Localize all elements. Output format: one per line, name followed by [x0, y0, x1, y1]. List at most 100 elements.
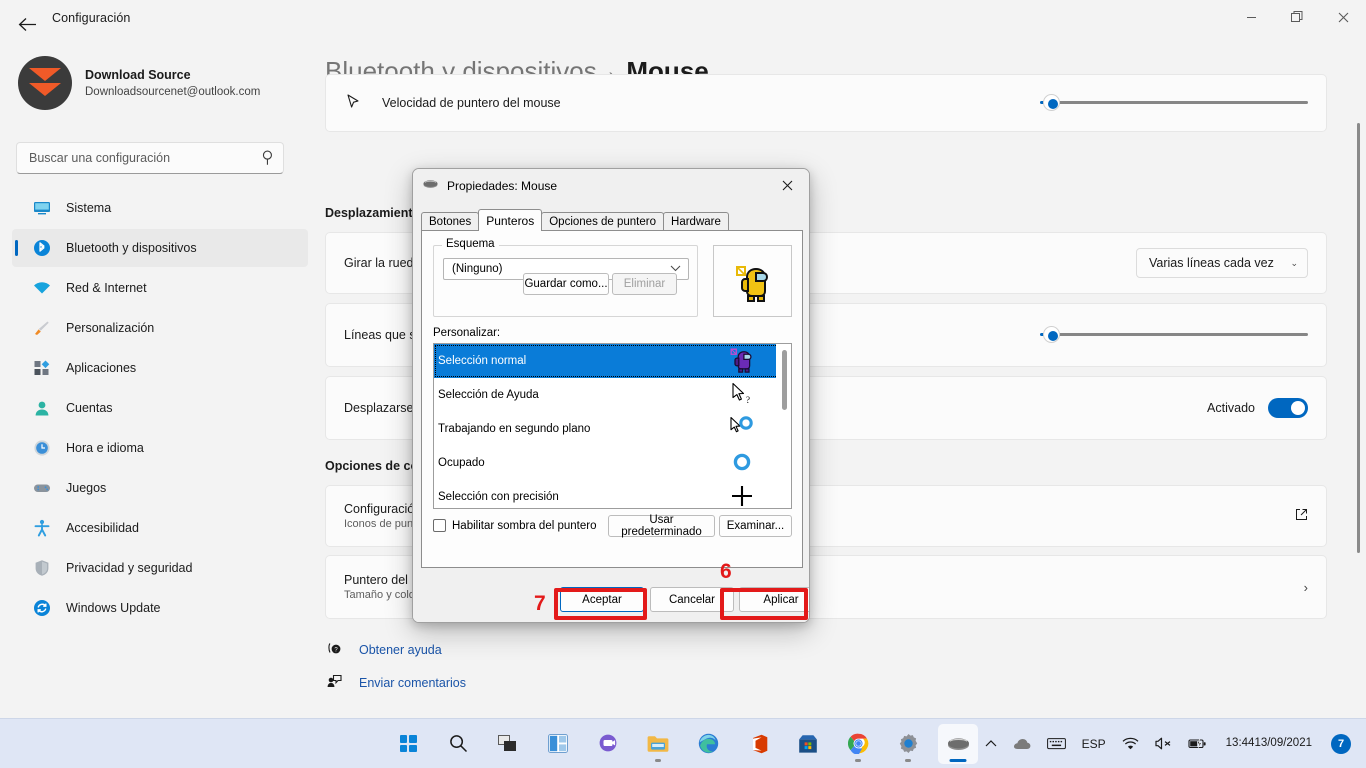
- sidebar-item-cuentas[interactable]: Cuentas: [12, 389, 308, 427]
- sidebar-item-personalizaci-n[interactable]: Personalización: [12, 309, 308, 347]
- sidebar-item-sistema[interactable]: Sistema: [12, 189, 308, 227]
- search-input[interactable]: [29, 151, 262, 165]
- cursor-list-item[interactable]: Trabajando en segundo plano: [434, 412, 791, 446]
- onedrive-button[interactable]: [1006, 726, 1038, 762]
- account-email: Downloadsourcenet@outlook.com: [85, 85, 261, 98]
- inactive-scroll-state: Activado: [1207, 401, 1255, 415]
- close-icon: [1338, 12, 1348, 22]
- tab-punteros[interactable]: Punteros: [478, 209, 543, 231]
- chat-button[interactable]: [588, 724, 628, 764]
- bluetooth-icon: [32, 238, 52, 258]
- minimize-icon: [1246, 16, 1256, 18]
- pointer-speed-slider[interactable]: [1040, 92, 1308, 114]
- battery-button[interactable]: [1181, 726, 1214, 762]
- task-view-icon: [498, 734, 516, 751]
- cursor-list-item[interactable]: Selección normal: [434, 344, 791, 378]
- sidebar-item-windows-update[interactable]: Windows Update: [12, 589, 308, 627]
- running-indicator: [905, 758, 911, 762]
- get-help-link[interactable]: ? Obtener ayuda: [325, 641, 442, 659]
- pointer-shadow-row[interactable]: Habilitar sombra del puntero: [433, 519, 596, 532]
- ok-button[interactable]: Aceptar: [560, 587, 644, 612]
- account-block[interactable]: Download Source Downloadsourcenet@outloo…: [18, 56, 260, 110]
- chevron-right-icon: ›: [1303, 579, 1308, 595]
- volume-muted-icon: [1155, 737, 1171, 750]
- dialog-title: Propiedades: Mouse: [447, 178, 558, 193]
- mouse-icon: [423, 179, 438, 192]
- tab-botones[interactable]: Botones: [421, 212, 480, 231]
- cursor-list-item-label: Selección normal: [438, 355, 527, 367]
- browse-button[interactable]: Examinar...: [719, 515, 792, 537]
- maximize-button[interactable]: [1274, 0, 1320, 34]
- task-view-button[interactable]: [488, 724, 528, 764]
- sidebar-item-aplicaciones[interactable]: Aplicaciones: [12, 349, 308, 387]
- mouse-properties-button[interactable]: [938, 723, 978, 764]
- minimize-button[interactable]: [1228, 0, 1274, 34]
- close-button[interactable]: [1320, 0, 1366, 34]
- widgets-button[interactable]: [538, 724, 578, 764]
- help-question-icon: ?: [325, 641, 343, 659]
- volume-button[interactable]: [1148, 726, 1179, 762]
- paintbrush-icon: [32, 318, 52, 338]
- back-button[interactable]: [12, 12, 42, 36]
- tab-label: Hardware: [671, 216, 721, 228]
- cursor-list-item-label: Selección con precisión: [438, 491, 559, 503]
- send-feedback-link[interactable]: Enviar comentarios: [325, 674, 466, 692]
- wifi-button[interactable]: [1115, 726, 1146, 762]
- tab-opciones-de-puntero[interactable]: Opciones de puntero: [541, 212, 665, 231]
- listbox-scrollbar[interactable]: [776, 344, 791, 508]
- apply-button[interactable]: Aplicar: [739, 587, 809, 612]
- sidebar-item-bluetooth-y-dispositivos[interactable]: Bluetooth y dispositivos: [12, 229, 308, 267]
- search-box[interactable]: [16, 142, 284, 174]
- save-as-button[interactable]: Guardar como...: [523, 273, 609, 295]
- language-indicator[interactable]: ESP: [1075, 726, 1113, 762]
- file-explorer-button[interactable]: [638, 724, 678, 764]
- scroll-lines-slider[interactable]: [1040, 324, 1308, 346]
- cursor-list-item[interactable]: Selección de Ayuda?: [434, 378, 791, 412]
- dialog-close-button[interactable]: [765, 169, 809, 201]
- notifications-button[interactable]: 7: [1324, 726, 1358, 762]
- tab-hardware[interactable]: Hardware: [663, 212, 729, 231]
- cursor-listbox[interactable]: Selección normal Selección de Ayuda? Traba…: [433, 343, 792, 509]
- settings-button[interactable]: [888, 724, 928, 764]
- busy-ring-cursor-icon: [727, 452, 757, 475]
- sidebar-item-label: Privacidad y seguridad: [66, 561, 193, 575]
- wheel-scroll-dropdown[interactable]: Varias líneas cada vez ⌄: [1136, 248, 1308, 278]
- sidebar-item-hora-e-idioma[interactable]: Hora e idioma: [12, 429, 308, 467]
- tray-overflow-button[interactable]: [978, 726, 1004, 762]
- search-button[interactable]: [438, 724, 478, 764]
- tab-label: Botones: [429, 216, 472, 228]
- mouse-properties-dialog: Propiedades: Mouse Botones Punteros Opcion…: [412, 168, 810, 623]
- window-controls: [1228, 0, 1366, 34]
- cursor-list-item[interactable]: Ocupado: [434, 446, 791, 480]
- clock-button[interactable]: 13:44 13/09/2021: [1216, 726, 1322, 762]
- cursor-icon: [344, 94, 364, 112]
- keyboard-button[interactable]: [1040, 726, 1073, 762]
- sidebar: Download Source Downloadsourcenet@outloo…: [0, 34, 320, 718]
- content-scrollbar[interactable]: [1357, 123, 1360, 553]
- chat-icon: [599, 734, 617, 752]
- start-button[interactable]: [388, 724, 428, 764]
- system-tray: ESP 13:44 13/09/2021 7: [978, 726, 1358, 762]
- amongus-yellow-cursor-icon: [735, 266, 768, 302]
- edge-button[interactable]: [688, 724, 728, 764]
- window-title: Configuración: [52, 11, 131, 25]
- tab-label: Punteros: [486, 213, 535, 228]
- taskbar-apps: [388, 723, 978, 764]
- use-default-button[interactable]: Usar predeterminado: [608, 514, 715, 538]
- microsoft-store-button[interactable]: [788, 724, 828, 764]
- accessibility-icon: [32, 518, 52, 538]
- amongus-purple-cursor-icon: [727, 346, 757, 377]
- pointer-speed-card[interactable]: Velocidad de puntero del mouse: [325, 74, 1327, 132]
- clock-date: 13/09/2021: [1254, 737, 1312, 749]
- office-button[interactable]: [738, 724, 778, 764]
- windows-logo-icon: [399, 735, 417, 752]
- chrome-button[interactable]: [838, 724, 878, 764]
- cursor-list-item[interactable]: Selección con precisión: [434, 480, 791, 508]
- sidebar-item-juegos[interactable]: Juegos: [12, 469, 308, 507]
- pointer-shadow-checkbox[interactable]: [433, 519, 446, 532]
- sidebar-item-accesibilidad[interactable]: Accesibilidad: [12, 509, 308, 547]
- sidebar-item-privacidad-y-seguridad[interactable]: Privacidad y seguridad: [12, 549, 308, 587]
- inactive-scroll-toggle[interactable]: [1268, 398, 1308, 418]
- sidebar-item-red-internet[interactable]: Red & Internet: [12, 269, 308, 307]
- cancel-button[interactable]: Cancelar: [650, 587, 734, 612]
